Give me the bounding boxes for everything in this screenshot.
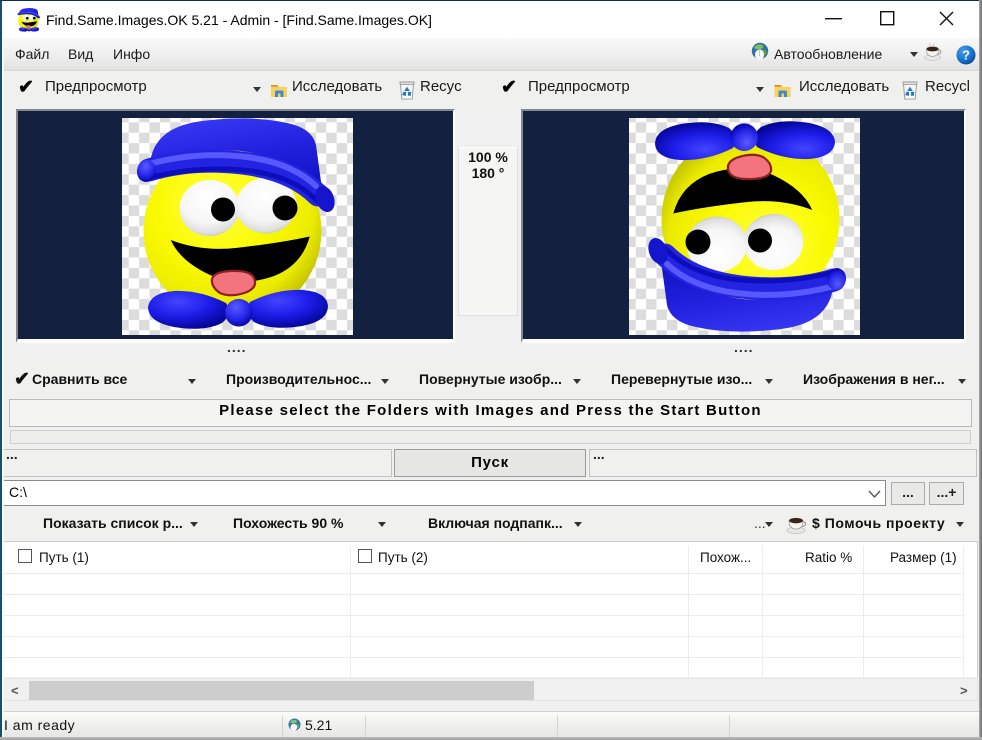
svg-text:?: ? <box>962 48 970 63</box>
